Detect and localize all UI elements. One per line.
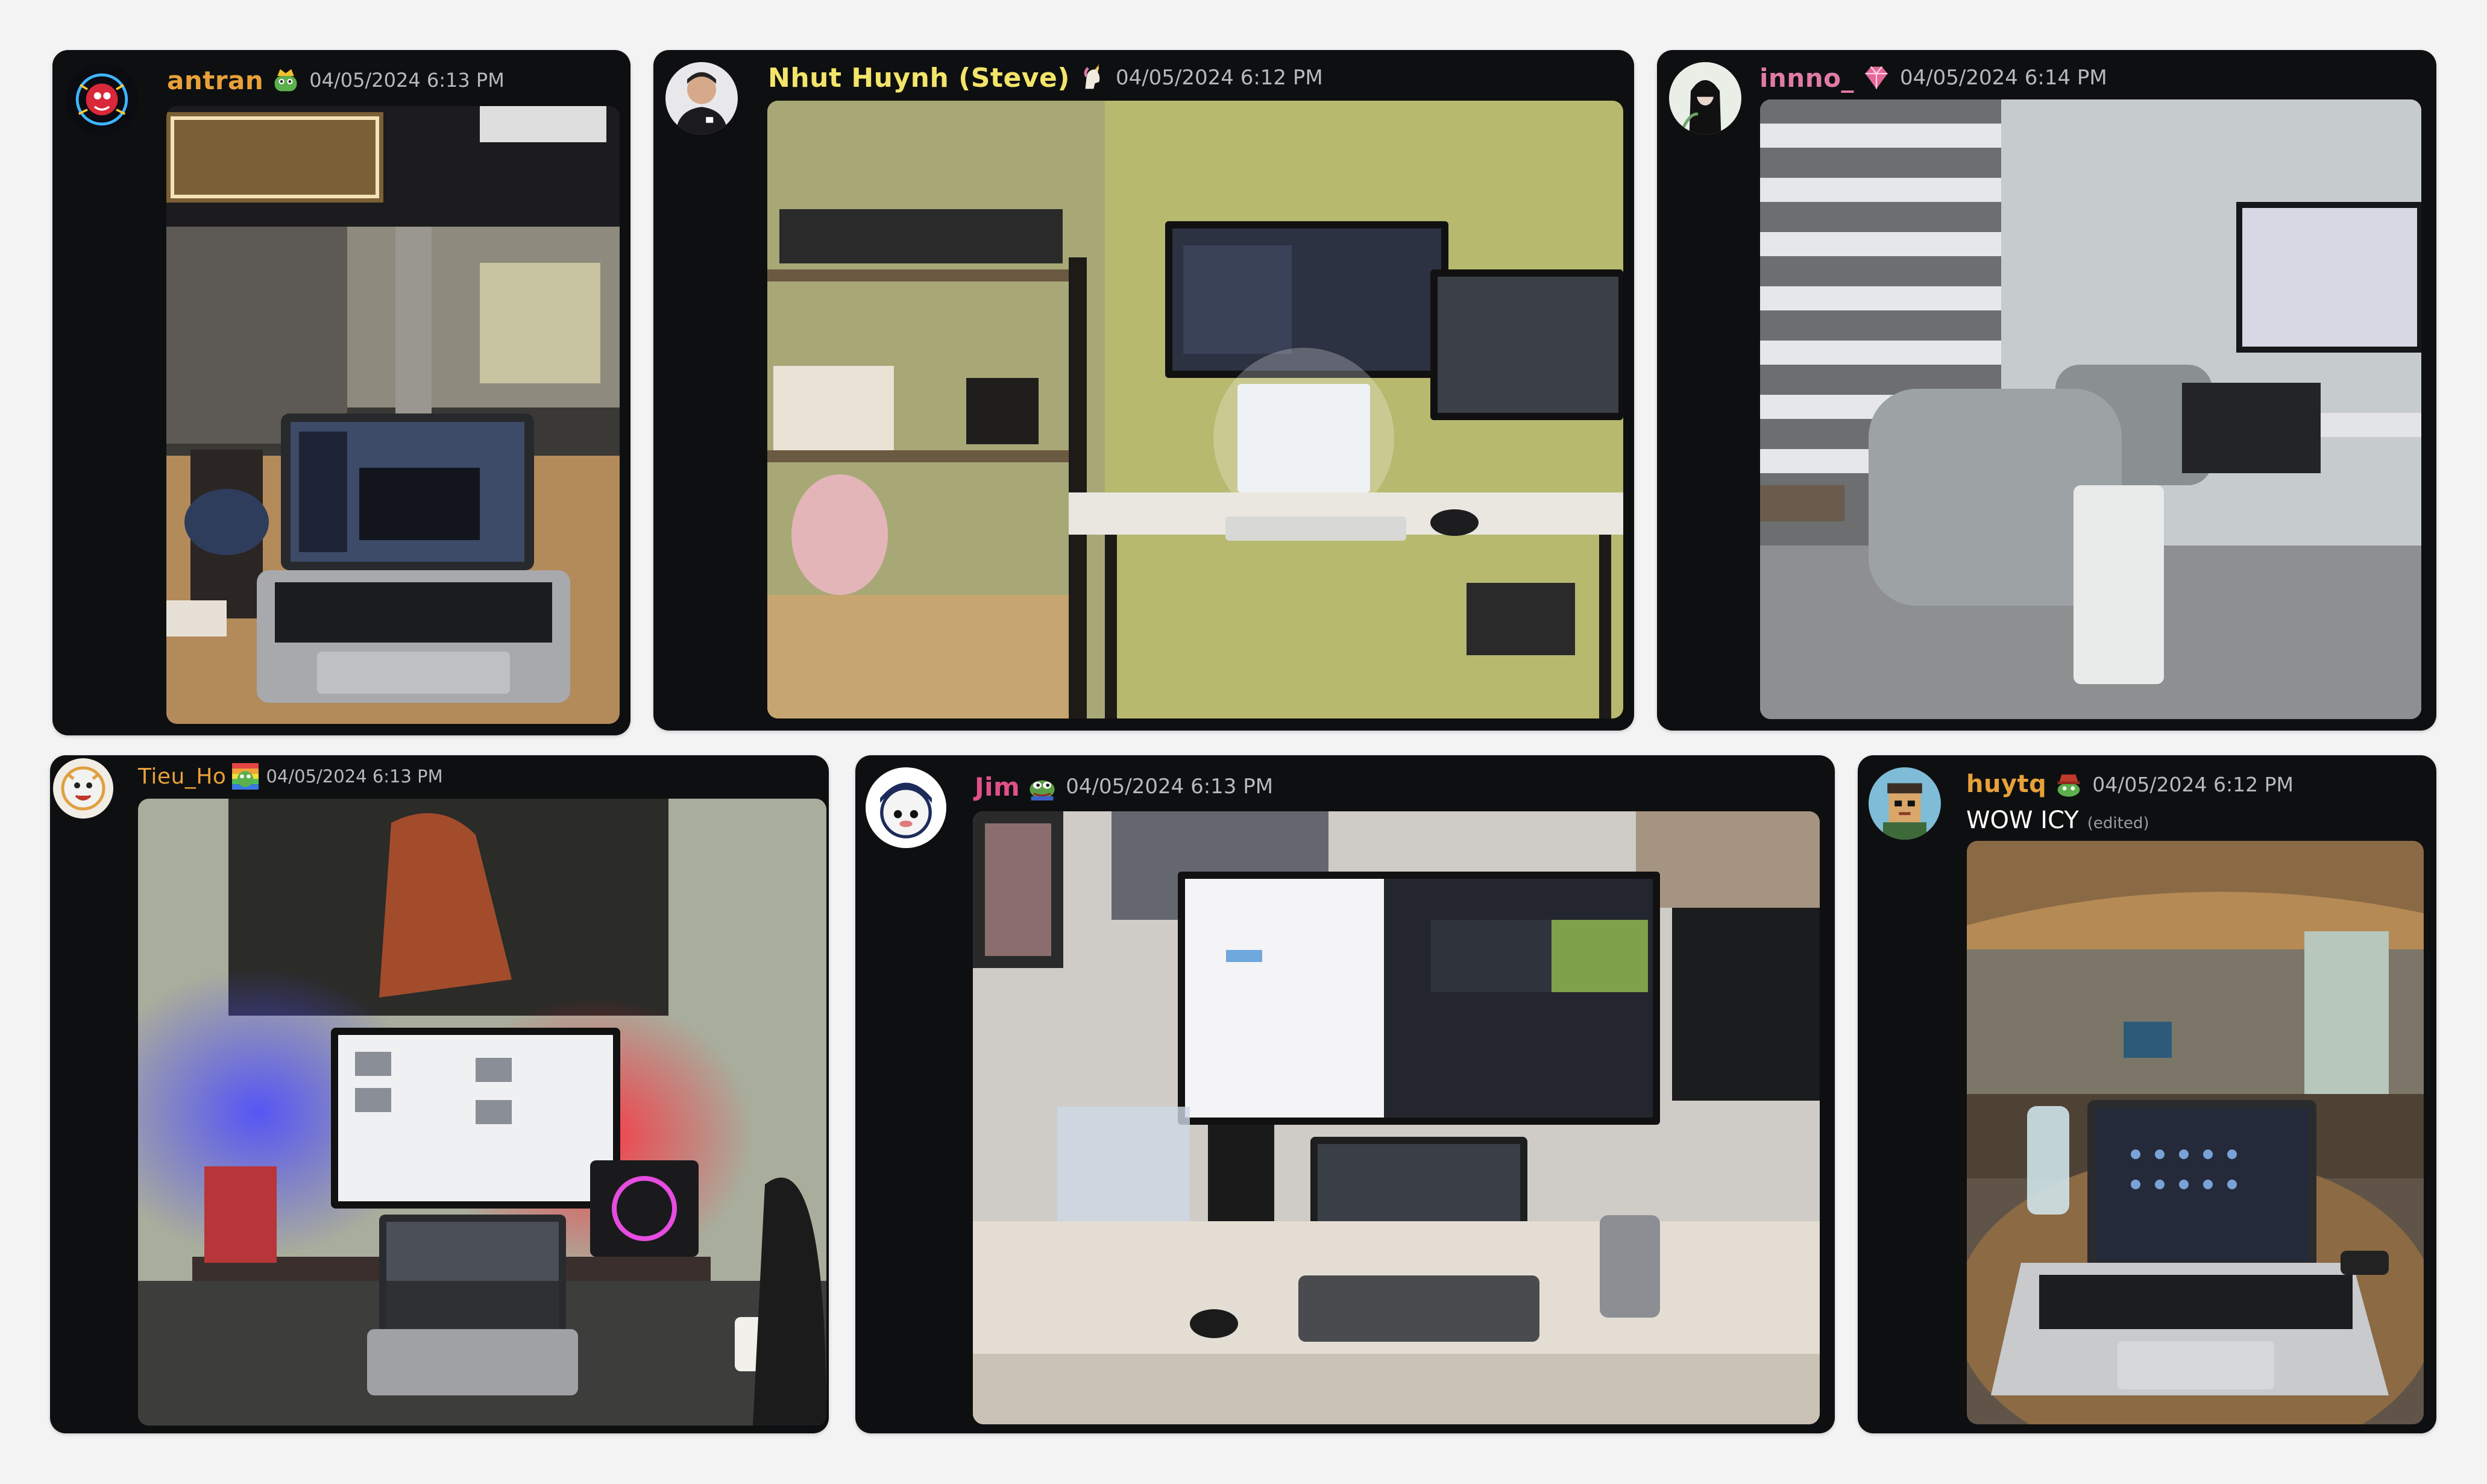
timestamp: 04/05/2024 6:13 PM: [309, 69, 505, 92]
message-header: antran 04/05/2024 6:13 PM: [167, 63, 505, 97]
dual-monitor-desk-photo[interactable]: [973, 811, 1820, 1424]
frog-hat-icon: [2055, 770, 2083, 798]
pepe-frog-icon: [1028, 773, 1056, 800]
rgb-desk-setup-photo[interactable]: [138, 799, 826, 1426]
avatar[interactable]: [53, 758, 113, 819]
message-card-innno: innno_ 04/05/2024 6:14 PM: [1657, 50, 2436, 731]
username[interactable]: huytq: [1966, 770, 2046, 798]
unicorn-icon: [1078, 64, 1106, 92]
avatar[interactable]: [866, 767, 946, 848]
message-card-jim: Jim 04/05/2024 6:13 PM: [855, 755, 1835, 1433]
message-card-huytq: huytq 04/05/2024 6:12 PM WOW ICY (edited): [1858, 755, 2436, 1433]
message-header: Jim 04/05/2024 6:13 PM: [975, 769, 1273, 805]
message-content: WOW ICY: [1966, 806, 2079, 834]
frog-crown-icon: [272, 66, 300, 94]
username[interactable]: Jim: [975, 772, 1020, 802]
message-card-antran: antran 04/05/2024 6:13 PM: [52, 50, 630, 735]
timestamp: 04/05/2024 6:13 PM: [1066, 775, 1274, 799]
message-text: WOW ICY (edited): [1966, 802, 2149, 841]
username[interactable]: Tieu_Ho: [138, 764, 226, 789]
timestamp: 04/05/2024 6:12 PM: [1115, 66, 1323, 90]
green-wall-desk-setup-photo[interactable]: [767, 101, 1623, 718]
timestamp: 04/05/2024 6:12 PM: [2092, 772, 2294, 796]
pink-gem-icon: [1863, 64, 1890, 92]
message-header: Nhut Huynh (Steve) 04/05/2024 6:12 PM: [768, 60, 1323, 96]
avatar[interactable]: [1669, 62, 1741, 134]
message-header: huytq 04/05/2024 6:12 PM: [1966, 767, 2294, 801]
avatar[interactable]: [1869, 767, 1941, 840]
username[interactable]: antran: [167, 66, 263, 95]
timestamp: 04/05/2024 6:14 PM: [1899, 66, 2107, 90]
timestamp: 04/05/2024 6:13 PM: [266, 766, 443, 787]
username[interactable]: innno_: [1759, 63, 1854, 93]
edited-label: (edited): [2087, 814, 2149, 832]
message-card-tieu-ho: Tieu_Ho 04/05/2024 6:13 PM: [50, 755, 829, 1433]
rainbow-frog-icon: [232, 763, 259, 790]
message-header: Tieu_Ho 04/05/2024 6:13 PM: [138, 760, 443, 793]
message-card-nhut-huynh: Nhut Huynh (Steve) 04/05/2024 6:12 PM: [653, 50, 1634, 731]
minimal-room-desk-photo[interactable]: [1760, 99, 2421, 719]
avatar[interactable]: [66, 63, 138, 136]
avatar[interactable]: [665, 62, 738, 134]
lounge-laptop-photo[interactable]: [1967, 841, 2424, 1424]
laptop-cafe-photo[interactable]: [166, 106, 620, 724]
username[interactable]: Nhut Huynh (Steve): [768, 63, 1070, 93]
message-header: innno_ 04/05/2024 6:14 PM: [1759, 60, 2107, 96]
